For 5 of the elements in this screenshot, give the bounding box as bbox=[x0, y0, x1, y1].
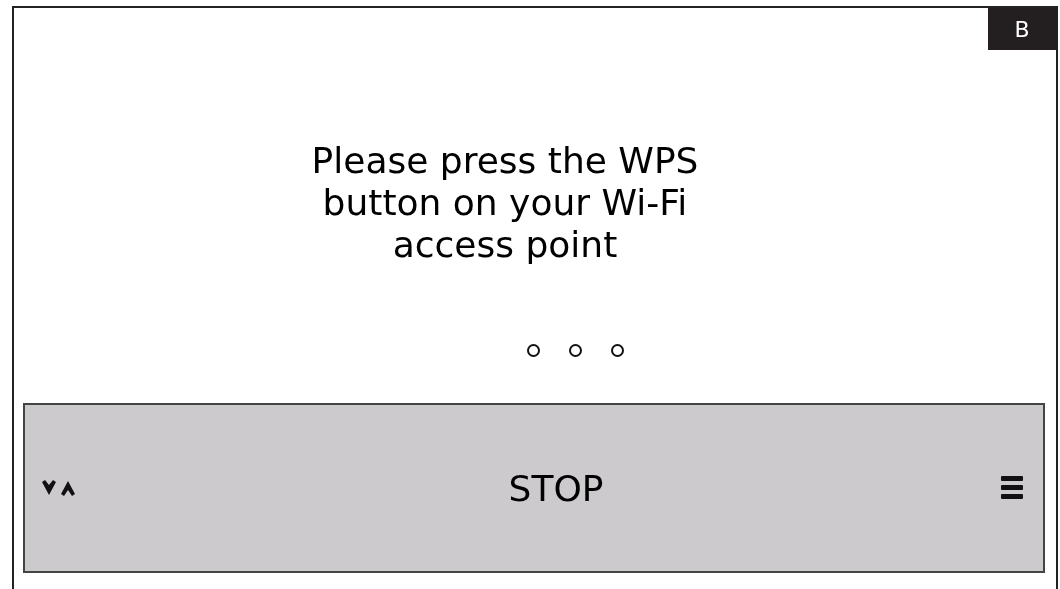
waiting-dots-icon bbox=[526, 344, 624, 357]
wps-instruction: Please press the WPS button on your Wi-Fi access point bbox=[311, 140, 700, 266]
menu-icon[interactable] bbox=[1001, 475, 1023, 501]
stop-button[interactable]: STOP bbox=[81, 467, 1001, 509]
corner-badge: B bbox=[988, 8, 1056, 50]
